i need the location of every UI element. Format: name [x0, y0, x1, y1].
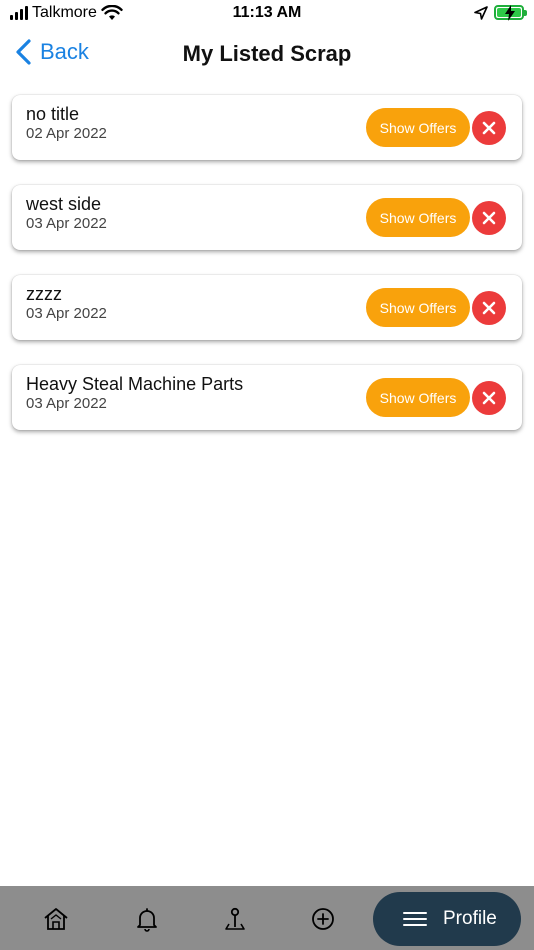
show-offers-button[interactable]: Show Offers [366, 198, 470, 237]
location-arrow-icon [474, 5, 488, 20]
delete-button[interactable] [472, 381, 506, 415]
tab-notifications[interactable] [132, 904, 162, 934]
screen: Talkmore 11:13 AM Back My Listed Scrap n… [0, 0, 534, 950]
bell-icon [137, 908, 157, 932]
home-icon [44, 908, 68, 930]
close-icon [482, 211, 496, 225]
listing-card[interactable]: west side 03 Apr 2022 Show Offers [12, 185, 522, 250]
delete-button[interactable] [472, 111, 506, 145]
listing-list: no title 02 Apr 2022 Show Offers west si… [12, 95, 522, 455]
show-offers-button[interactable]: Show Offers [366, 288, 470, 327]
listing-card[interactable]: no title 02 Apr 2022 Show Offers [12, 95, 522, 160]
listing-date: 02 Apr 2022 [26, 125, 107, 142]
status-bar: Talkmore 11:13 AM [0, 0, 534, 28]
bottom-tab-bar: Profile [0, 886, 534, 950]
status-right [474, 5, 527, 21]
listing-date: 03 Apr 2022 [26, 395, 107, 412]
delete-button[interactable] [472, 291, 506, 325]
tab-profile[interactable]: Profile [373, 892, 521, 946]
status-time: 11:13 AM [232, 4, 302, 21]
nav-bar: Back My Listed Scrap [0, 28, 534, 80]
tab-home[interactable] [41, 904, 71, 934]
add-circle-icon [312, 908, 334, 930]
menu-icon [403, 912, 427, 926]
show-offers-button[interactable]: Show Offers [366, 378, 470, 417]
battery-charging-icon [494, 5, 527, 21]
listing-title: west side [26, 194, 102, 214]
listing-card[interactable]: zzzz 03 Apr 2022 Show Offers [12, 275, 522, 340]
listing-title: Heavy Steal Machine Parts [26, 374, 244, 394]
page-title: My Listed Scrap [182, 41, 352, 66]
listing-date: 03 Apr 2022 [26, 215, 107, 232]
close-icon [482, 301, 496, 315]
tab-map[interactable] [220, 904, 250, 934]
listing-card[interactable]: Heavy Steal Machine Parts 03 Apr 2022 Sh… [12, 365, 522, 430]
listing-title: no title [26, 104, 80, 124]
show-offers-button[interactable]: Show Offers [366, 108, 470, 147]
listing-title: zzzz [26, 284, 62, 304]
delete-button[interactable] [472, 201, 506, 235]
listing-date: 03 Apr 2022 [26, 305, 107, 322]
map-pin-icon [225, 907, 245, 930]
close-icon [482, 121, 496, 135]
tab-add[interactable] [308, 904, 338, 934]
close-icon [482, 391, 496, 405]
profile-label: Profile [443, 908, 497, 929]
